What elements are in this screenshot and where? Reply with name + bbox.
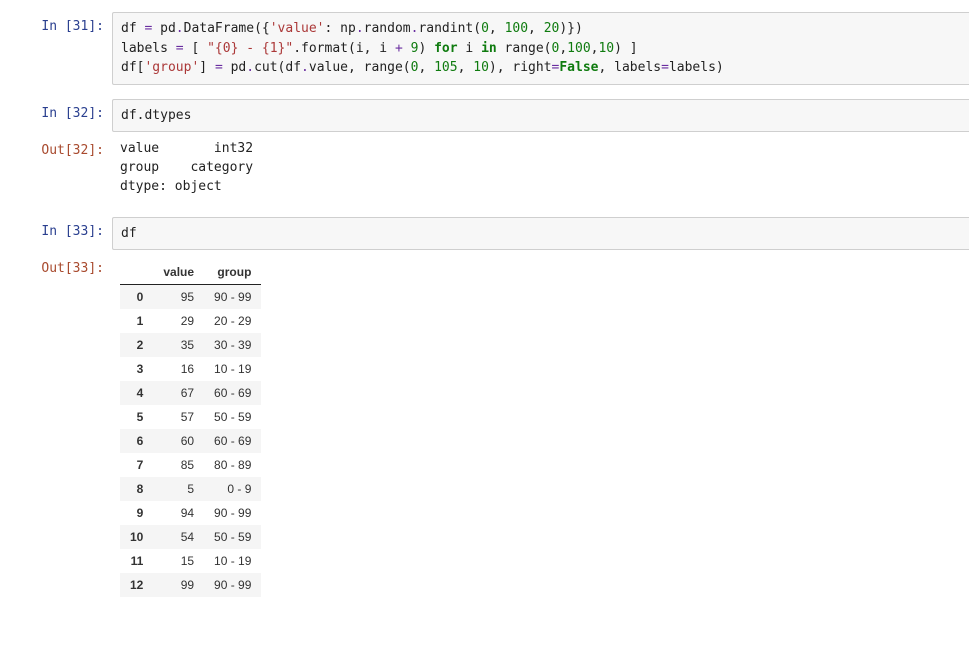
code-input-33[interactable]: df <box>112 217 969 251</box>
out-prompt-33: Out[33]: <box>0 254 112 278</box>
df-index-corner <box>120 260 153 285</box>
output-text-32: value int32 group category dtype: object <box>112 136 969 203</box>
df-cell-group: 50 - 59 <box>204 405 261 429</box>
df-cell-group: 30 - 39 <box>204 333 261 357</box>
df-cell-value: 16 <box>153 357 204 381</box>
df-row-index: 8 <box>120 477 153 501</box>
df-cell-group: 0 - 9 <box>204 477 261 501</box>
df-cell-value: 35 <box>153 333 204 357</box>
df-row-index: 7 <box>120 453 153 477</box>
table-row: 111510 - 19 <box>120 549 261 573</box>
df-cell-value: 67 <box>153 381 204 405</box>
df-cell-value: 99 <box>153 573 204 597</box>
table-row: 23530 - 39 <box>120 333 261 357</box>
df-cell-group: 90 - 99 <box>204 501 261 525</box>
output-table-33: value group 09590 - 9912920 - 2923530 - … <box>112 254 969 603</box>
in-prompt-32: In [32]: <box>0 99 112 123</box>
df-cell-value: 85 <box>153 453 204 477</box>
notebook: In [31]: df = pd.DataFrame({'value': np.… <box>0 0 969 627</box>
df-cell-value: 95 <box>153 285 204 310</box>
cell-31-input: In [31]: df = pd.DataFrame({'value': np.… <box>0 12 969 85</box>
cell-32-output: Out[32]: value int32 group category dtyp… <box>0 136 969 203</box>
df-cell-group: 20 - 29 <box>204 309 261 333</box>
df-cell-value: 15 <box>153 549 204 573</box>
df-cell-value: 5 <box>153 477 204 501</box>
df-cell-group: 60 - 69 <box>204 381 261 405</box>
table-row: 99490 - 99 <box>120 501 261 525</box>
df-row-index: 4 <box>120 381 153 405</box>
table-row: 55750 - 59 <box>120 405 261 429</box>
df-cell-group: 90 - 99 <box>204 285 261 310</box>
code-line-3: df['group'] = pd.cut(df.value, range(0, … <box>121 60 724 75</box>
code-input-32[interactable]: df.dtypes <box>112 99 969 133</box>
df-row-index: 1 <box>120 309 153 333</box>
df-cell-value: 54 <box>153 525 204 549</box>
code-input-31[interactable]: df = pd.DataFrame({'value': np.random.ra… <box>112 12 969 85</box>
df-cell-value: 94 <box>153 501 204 525</box>
df-cell-value: 60 <box>153 429 204 453</box>
df-row-index: 9 <box>120 501 153 525</box>
df-row-index: 12 <box>120 573 153 597</box>
df-col-value: value <box>153 260 204 285</box>
df-row-index: 3 <box>120 357 153 381</box>
df-cell-value: 57 <box>153 405 204 429</box>
table-row: 105450 - 59 <box>120 525 261 549</box>
df-row-index: 0 <box>120 285 153 310</box>
in-prompt-33: In [33]: <box>0 217 112 241</box>
table-row: 850 - 9 <box>120 477 261 501</box>
table-row: 78580 - 89 <box>120 453 261 477</box>
df-cell-group: 90 - 99 <box>204 573 261 597</box>
cell-33-output: Out[33]: value group 09590 - 9912920 - 2… <box>0 254 969 603</box>
cell-33-input: In [33]: df <box>0 217 969 251</box>
cell-32-input: In [32]: df.dtypes <box>0 99 969 133</box>
df-cell-group: 80 - 89 <box>204 453 261 477</box>
df-cell-group: 50 - 59 <box>204 525 261 549</box>
code-line-2: labels = [ "{0} - {1}".format(i, i + 9) … <box>121 41 638 56</box>
df-row-index: 11 <box>120 549 153 573</box>
df-row-index: 10 <box>120 525 153 549</box>
code-line-1: df = pd.DataFrame({'value': np.random.ra… <box>121 21 583 36</box>
df-row-index: 6 <box>120 429 153 453</box>
in-prompt-31: In [31]: <box>0 12 112 36</box>
df-cell-group: 10 - 19 <box>204 357 261 381</box>
table-row: 31610 - 19 <box>120 357 261 381</box>
df-row-index: 5 <box>120 405 153 429</box>
out-prompt-32: Out[32]: <box>0 136 112 160</box>
table-row: 09590 - 99 <box>120 285 261 310</box>
table-row: 12920 - 29 <box>120 309 261 333</box>
table-row: 46760 - 69 <box>120 381 261 405</box>
table-row: 66060 - 69 <box>120 429 261 453</box>
df-cell-group: 60 - 69 <box>204 429 261 453</box>
df-col-group: group <box>204 260 261 285</box>
dataframe-table: value group 09590 - 9912920 - 2923530 - … <box>120 260 261 597</box>
table-row: 129990 - 99 <box>120 573 261 597</box>
df-cell-group: 10 - 19 <box>204 549 261 573</box>
df-row-index: 2 <box>120 333 153 357</box>
df-cell-value: 29 <box>153 309 204 333</box>
